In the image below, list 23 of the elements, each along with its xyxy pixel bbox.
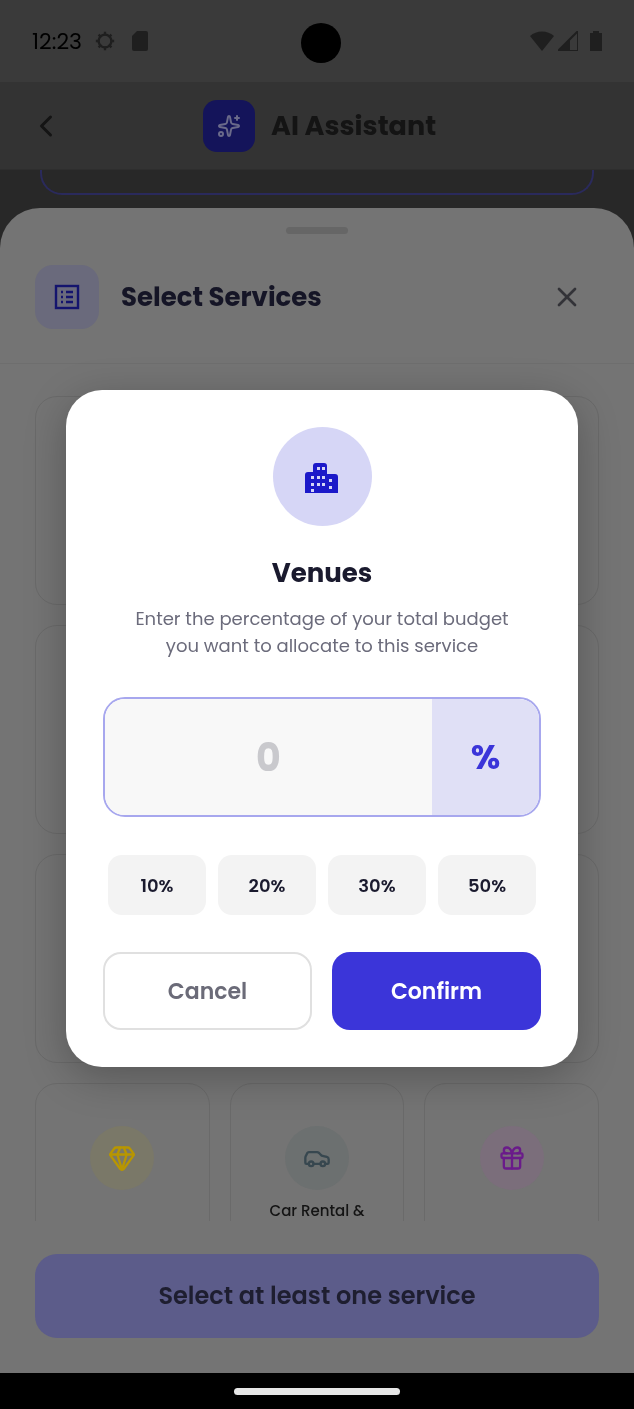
signal-icon: [558, 31, 578, 51]
wifi-icon: [530, 31, 554, 51]
preset-chip[interactable]: 10%: [108, 855, 206, 915]
status-time: 12:23: [32, 24, 82, 58]
preset-chip[interactable]: 20%: [218, 855, 316, 915]
sheet-title: Select Services: [121, 277, 322, 317]
home-indicator[interactable]: [234, 1387, 400, 1395]
dialog-title: Venues: [271, 554, 373, 593]
preset-chip[interactable]: 30%: [328, 855, 426, 915]
gear-icon: [94, 30, 116, 52]
dialog-description: Enter the percentage of your total budget you want to allocate to this service: [134, 605, 510, 659]
cancel-button[interactable]: Cancel: [103, 952, 312, 1030]
battery-icon: [590, 31, 602, 51]
sd-card-icon: [132, 31, 148, 51]
service-label: Car Rental &: [269, 1200, 365, 1221]
list-icon: [54, 284, 80, 310]
camera-hole: [301, 23, 341, 63]
sparkles-icon: [217, 114, 241, 138]
percent-unit: %: [432, 699, 539, 815]
confirm-button[interactable]: Confirm: [332, 952, 541, 1030]
diamond-icon: [108, 1144, 137, 1172]
gift-icon: [497, 1144, 526, 1172]
preset-chip[interactable]: 50%: [438, 855, 536, 915]
